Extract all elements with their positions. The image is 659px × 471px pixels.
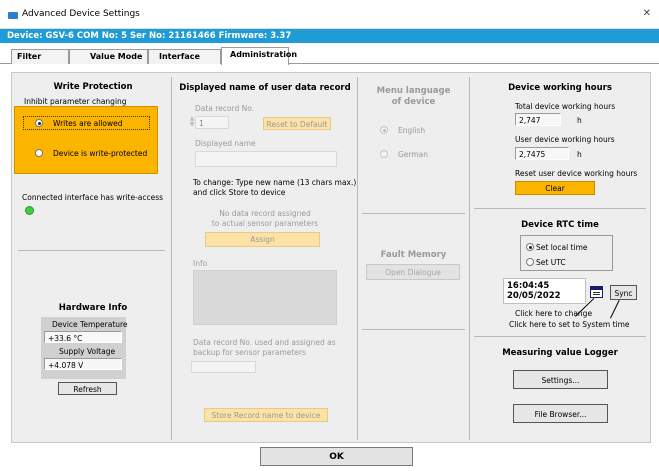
backup-record-input[interactable] [191,361,256,373]
close-icon[interactable]: ✕ [643,8,651,19]
record-no-label: Data record No. [195,104,255,113]
info-box [193,270,337,325]
total-hours-label: Total device working hours [515,102,616,111]
displayed-name-input[interactable] [195,151,337,167]
window-title: Advanced Device Settings [22,9,140,19]
title-bar: Advanced Device Settings ✕ [0,0,659,29]
tab-strip: Filter Value Mode Interface Administrati… [0,47,659,65]
calendar-icon[interactable] [590,286,603,298]
displayed-name-label: Displayed name [195,139,256,148]
reset-hours-label: Reset user device working hours [515,169,638,178]
logger-title: Measuring value Logger [502,348,618,358]
info-label: Info [193,259,208,268]
hours-unit: h [577,116,582,125]
backup-line2: backup for sensor parameters [193,348,306,357]
rtc-title: Device RTC time [521,220,599,230]
separator [362,213,465,214]
clear-button[interactable]: Clear [515,181,595,195]
tab-administration[interactable]: Administration [221,47,297,65]
backup-line1: Data record No. used and assigned as [193,338,336,347]
separator [362,329,465,330]
voltage-label: Supply Voltage [59,347,116,356]
total-hours-value: 2,747 [515,113,561,126]
radio-writes-allowed[interactable] [35,119,43,127]
separator [474,208,646,209]
fault-memory-title: Fault Memory [380,250,447,260]
radio-write-protected[interactable] [35,149,43,157]
write-protection-subtitle: Inhibit parameter changing [24,97,127,106]
reset-to-default-button[interactable]: Reset to Default [263,117,331,130]
status-led-icon [25,206,34,215]
tab-interface[interactable]: Interface [148,49,221,64]
radio-utc[interactable] [526,258,534,266]
user-hours-value: 2,7475 [515,147,569,160]
radio-label: Writes are allowed [53,119,123,128]
file-browser-button[interactable]: File Browser... [513,404,608,423]
record-no-input[interactable]: 1 [195,116,229,129]
temperature-label: Device Temperature [52,320,128,329]
radio-label: English [398,126,426,135]
assign-button[interactable]: Assign [205,232,320,247]
separator [474,336,646,337]
radio-label: German [398,150,429,159]
store-record-button[interactable]: Store Record name to device [204,408,328,422]
radio-label: Set UTC [536,258,566,267]
write-protection-options: Writes are allowed Device is write-prote… [14,106,158,174]
radio-local-time[interactable] [526,243,534,251]
change-hint: Click here to change [515,309,593,318]
rtc-datetime-field[interactable]: 16:04:45 20/05/2022 [503,278,586,304]
separator [18,250,165,251]
no-assign-line2: to actual sensor parameters [211,219,319,228]
separator [357,77,358,440]
radio-label: Set local time [536,243,588,252]
tab-filter[interactable]: Filter [11,49,69,64]
instruction-line1: To change: Type new name (13 chars max.) [193,178,357,187]
radio-label: Device is write-protected [53,149,148,158]
ok-button[interactable]: OK [260,447,413,466]
separator [469,77,470,440]
system-time-hint: Click here to set to System time [509,320,630,329]
no-assign-line1: No data record assigned [219,209,311,218]
settings-button[interactable]: Settings... [513,370,608,389]
temperature-value: +33.6 °C [44,331,122,343]
dialog-footer: OK [0,443,659,471]
app-icon [8,12,18,19]
voltage-value: +4.078 V [44,358,122,370]
language-title-line2: of device [391,97,436,107]
hours-unit: h [577,150,582,159]
sync-button[interactable]: Sync [610,285,637,300]
separator [171,77,172,440]
rtc-date: 20/05/2022 [507,291,561,301]
user-hours-label: User device working hours [515,135,615,144]
tab-value-mode[interactable]: Value Mode [69,49,148,64]
write-access-status: Connected interface has write-access [22,193,164,202]
device-info-bar: Device: GSV-6 COM No: 5 Ser No: 21161466… [0,29,659,43]
rtc-mode-box [520,235,613,271]
working-hours-title: Device working hours [508,83,612,93]
radio-english[interactable] [380,126,388,134]
radio-german[interactable] [380,150,388,158]
rtc-time: 16:04:45 [507,281,550,291]
instruction-line2: and click Store to device [193,188,286,197]
open-dialogue-button[interactable]: Open Dialogue [366,264,460,280]
user-record-title: Displayed name of user data record [179,83,351,93]
hardware-info-title: Hardware Info [58,303,128,313]
write-protection-title: Write Protection [53,82,133,92]
language-title-line1: Menu language [376,86,451,96]
refresh-button[interactable]: Refresh [58,382,117,395]
